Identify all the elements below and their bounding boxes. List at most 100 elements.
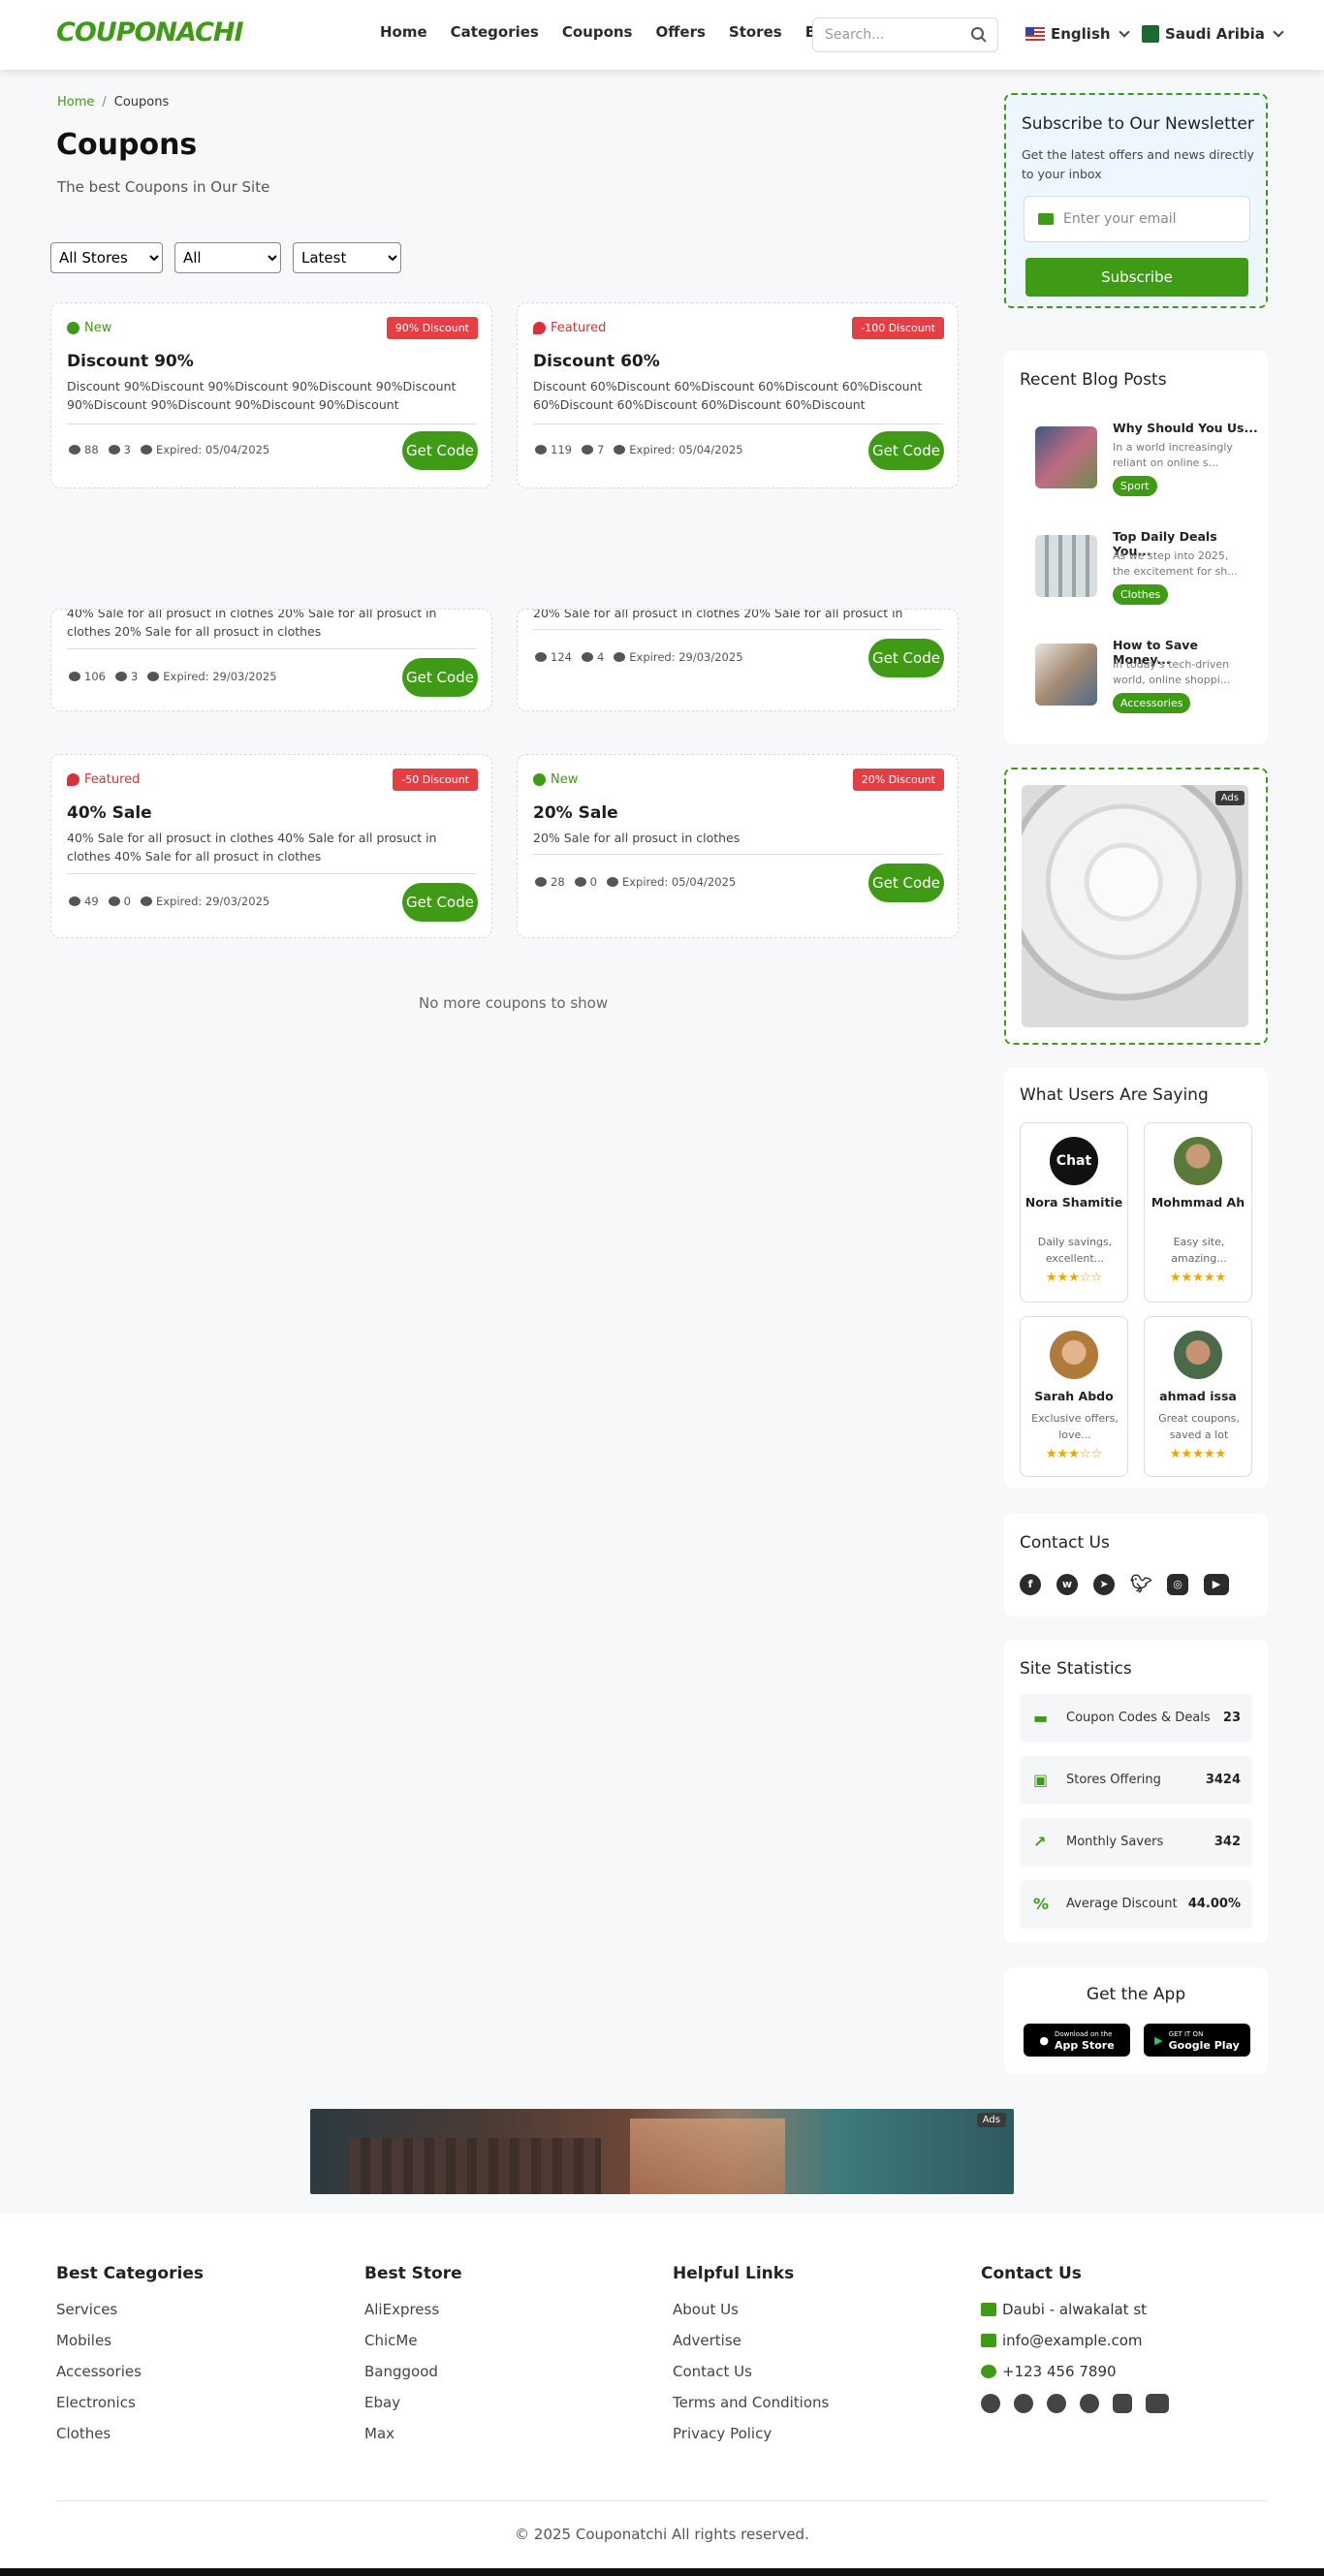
- stat-label: Monthly Savers: [1066, 1835, 1164, 1849]
- footer-link[interactable]: About Us: [673, 2301, 829, 2318]
- twitter-icon[interactable]: [1080, 2394, 1099, 2413]
- twitter-icon[interactable]: 🐦︎: [1130, 1574, 1152, 1595]
- testimonial-quote: Daily savings, excellent...: [1037, 1236, 1113, 1265]
- telegram-icon[interactable]: ➤: [1093, 1574, 1115, 1595]
- footer-link[interactable]: Banggood: [364, 2363, 462, 2380]
- footer-link[interactable]: Privacy Policy: [673, 2425, 829, 2442]
- get-code-button[interactable]: Get Code: [868, 864, 944, 902]
- footer-link[interactable]: Accessories: [56, 2363, 204, 2380]
- footer-link[interactable]: Advertise: [673, 2332, 829, 2349]
- coupon-title: 20% Sale: [533, 803, 618, 823]
- search-input[interactable]: [825, 18, 970, 51]
- whatsapp-icon[interactable]: [1014, 2394, 1033, 2413]
- blog-post-tag[interactable]: Clothes: [1113, 584, 1169, 605]
- percent-icon: %: [1033, 1895, 1050, 1913]
- coupon-card: 20% Sale for all prosuct in clothes 20% …: [517, 609, 959, 711]
- instagram-icon[interactable]: ◎: [1167, 1574, 1188, 1595]
- discount-badge: -100 Discount: [852, 317, 944, 339]
- blog-post-tag[interactable]: Accessories: [1113, 693, 1191, 713]
- get-code-button[interactable]: Get Code: [402, 883, 478, 922]
- ad-image: [1022, 785, 1248, 1027]
- testimonial-name: Nora Shamitie: [1025, 1195, 1123, 1209]
- whatsapp-icon[interactable]: w: [1056, 1574, 1078, 1595]
- instagram-icon[interactable]: [1113, 2394, 1132, 2413]
- footer-link[interactable]: Max: [364, 2425, 462, 2442]
- star-rating: ★★★☆☆: [1045, 1447, 1103, 1461]
- google-play-button[interactable]: ▶ GET IT ON Google Play: [1144, 2024, 1250, 2057]
- telegram-icon[interactable]: [1047, 2394, 1066, 2413]
- sidebar-ad[interactable]: Ads: [1004, 768, 1268, 1045]
- nav-offers[interactable]: Offers: [656, 23, 706, 41]
- footer-link[interactable]: AliExpress: [364, 2301, 462, 2318]
- blog-post-excerpt: In today's tech-driven world, online sho…: [1113, 658, 1231, 686]
- banner-ad[interactable]: Ads: [310, 2109, 1014, 2194]
- type-filter[interactable]: All: [174, 242, 281, 273]
- coupon-title: Discount 60%: [533, 352, 660, 371]
- testimonials: What Users Are Saying Chat Nora Shamitie…: [1004, 1068, 1268, 1489]
- coupon-description: 20% Sale for all prosuct in clothes: [533, 831, 741, 845]
- blog-post-item[interactable]: Top Daily Deals You... As we step into 2…: [1035, 529, 1258, 616]
- search-icon[interactable]: [970, 26, 988, 44]
- footer-phone[interactable]: +123 456 7890: [981, 2363, 1169, 2380]
- youtube-icon[interactable]: [1146, 2394, 1169, 2413]
- facebook-icon[interactable]: f: [1020, 1574, 1041, 1595]
- eye-icon: [535, 652, 547, 662]
- footer-link[interactable]: Terms and Conditions: [673, 2394, 829, 2411]
- site-footer: Best Categories Services Mobiles Accesso…: [0, 2214, 1324, 2568]
- breadcrumb: Home / Coupons: [57, 95, 169, 110]
- app-store-button[interactable]: ● Download on the App Store: [1024, 2024, 1130, 2057]
- stat-label: Stores Offering: [1066, 1773, 1161, 1787]
- footer-email[interactable]: info@example.com: [981, 2332, 1169, 2349]
- avatar: [1174, 1331, 1222, 1379]
- footer-link[interactable]: Mobiles: [56, 2332, 204, 2349]
- blog-post-item[interactable]: Why Should You Us... In a world increasi…: [1035, 421, 1258, 508]
- get-code-button[interactable]: Get Code: [402, 658, 478, 697]
- nav-coupons[interactable]: Coupons: [562, 23, 633, 41]
- sort-filter[interactable]: Latest: [293, 242, 401, 273]
- breadcrumb-separator: /: [102, 95, 107, 110]
- country-selector[interactable]: Saudi Aribia: [1142, 25, 1284, 43]
- email-field[interactable]: [1063, 206, 1238, 232]
- site-logo[interactable]: COUPONACHI: [56, 17, 244, 47]
- nav-categories[interactable]: Categories: [451, 23, 539, 41]
- eye-icon: [535, 445, 547, 455]
- blog-post-tag[interactable]: Sport: [1113, 476, 1157, 496]
- subscribe-button[interactable]: Subscribe: [1025, 258, 1248, 297]
- footer-link[interactable]: Services: [56, 2301, 204, 2318]
- coupon-title: Discount 90%: [67, 352, 194, 371]
- get-code-button[interactable]: Get Code: [868, 431, 944, 470]
- facebook-icon[interactable]: [981, 2394, 1000, 2413]
- footer-link[interactable]: Clothes: [56, 2425, 204, 2442]
- coupon-meta: 28 0 Expired: 05/04/2025: [535, 875, 736, 889]
- newsletter-description: Get the latest offers and news directly …: [1022, 147, 1254, 181]
- banner-image-left: [349, 2138, 601, 2194]
- page-subtitle: The best Coupons in Our Site: [57, 178, 270, 196]
- get-code-button[interactable]: Get Code: [402, 431, 478, 470]
- get-the-app: Get the App ● Download on the App Store ▶…: [1004, 1967, 1268, 2074]
- language-selector[interactable]: English: [1025, 25, 1130, 43]
- phone-icon: [981, 2365, 996, 2378]
- eye-icon: [69, 672, 80, 681]
- coupon-meta: 88 3 Expired: 05/04/2025: [69, 443, 269, 456]
- youtube-icon[interactable]: ▶: [1204, 1574, 1229, 1595]
- footer-heading: Best Store: [364, 2264, 462, 2283]
- blog-thumbnail: [1035, 535, 1097, 597]
- footer-link[interactable]: ChicMe: [364, 2332, 462, 2349]
- store-filter[interactable]: All Stores: [50, 242, 163, 273]
- sa-flag-icon: [1142, 25, 1159, 43]
- breadcrumb-home[interactable]: Home: [57, 95, 94, 110]
- blog-post-title: Why Should You Us...: [1113, 421, 1258, 435]
- get-code-button[interactable]: Get Code: [868, 639, 944, 677]
- stat-value: 3424: [1205, 1773, 1241, 1787]
- nav-home[interactable]: Home: [380, 23, 427, 41]
- divider: [533, 854, 942, 855]
- filters: All Stores All Latest: [50, 242, 401, 273]
- nav-stores[interactable]: Stores: [729, 23, 782, 41]
- footer-link[interactable]: Contact Us: [673, 2363, 829, 2380]
- home-icon: [981, 2303, 996, 2316]
- blog-post-item[interactable]: How to Save Money... In today's tech-dri…: [1035, 638, 1258, 725]
- footer-link[interactable]: Electronics: [56, 2394, 204, 2411]
- footer-link[interactable]: Ebay: [364, 2394, 462, 2411]
- testimonial-quote: Easy site, amazing...: [1171, 1236, 1227, 1265]
- footer-address: Daubi - alwakalat st: [981, 2301, 1169, 2318]
